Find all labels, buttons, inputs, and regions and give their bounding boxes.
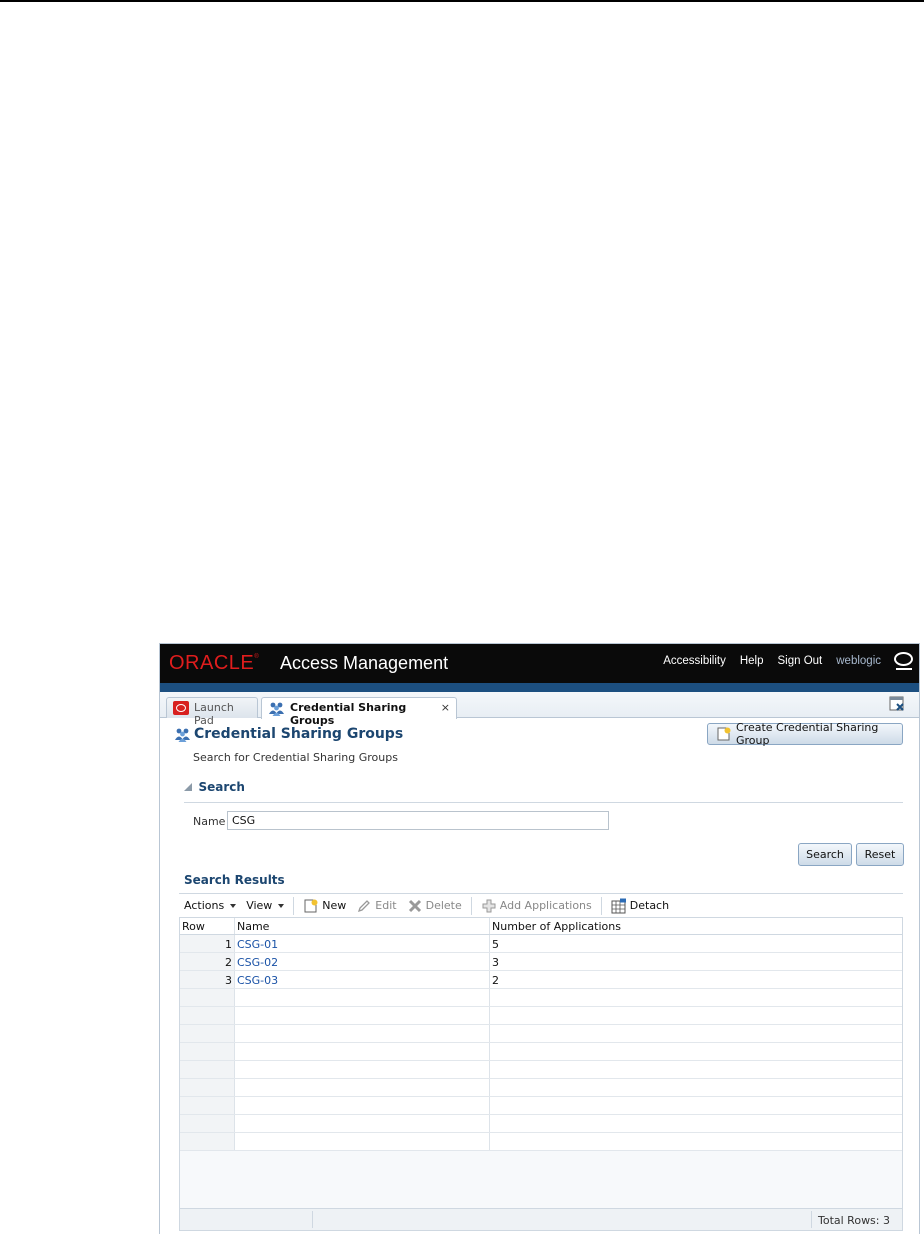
toolbar-divider	[470, 896, 472, 915]
tab-label: Credential Sharing Groups	[290, 701, 407, 727]
close-all-tabs-icon[interactable]	[889, 696, 905, 712]
actions-label: Actions	[184, 899, 225, 912]
delete-x-icon	[408, 899, 421, 912]
name-input[interactable]	[227, 811, 609, 830]
oracle-icon	[173, 701, 189, 715]
total-rows: Total Rows: 3	[818, 1214, 890, 1227]
table-row[interactable]: 2 CSG-02 3	[180, 953, 902, 971]
add-applications-label: Add Applications	[499, 899, 592, 912]
new-document-icon	[717, 727, 731, 741]
search-button[interactable]: Search	[798, 843, 852, 866]
toolbar-divider	[600, 896, 602, 915]
detach-label: Detach	[629, 899, 670, 912]
column-header-name[interactable]: Name	[235, 918, 490, 934]
name-label: Name	[193, 815, 226, 828]
row-number: 1	[180, 935, 235, 952]
application-count: 2	[492, 974, 499, 987]
top-rule	[0, 0, 924, 2]
chevron-down-icon	[230, 903, 237, 908]
group-name-link[interactable]: CSG-02	[235, 953, 490, 970]
tab-credential-sharing-groups[interactable]: Credential Sharing Groups ×	[261, 697, 457, 727]
new-document-icon	[304, 899, 318, 912]
view-label: View	[246, 899, 273, 912]
tab-bar: Launch Pad Credential Sharing Groups ×	[160, 692, 919, 727]
column-header-number-of-applications[interactable]: Number of Applications	[490, 918, 902, 934]
empty-row	[180, 1133, 902, 1151]
oracle-logo: ORACLE®	[169, 652, 260, 674]
empty-row	[180, 989, 902, 1007]
view-menu[interactable]: View	[241, 895, 289, 917]
empty-row	[180, 1115, 902, 1133]
pencil-icon	[358, 899, 371, 912]
people-group-icon	[269, 702, 284, 716]
close-tab-icon[interactable]: ×	[441, 701, 450, 714]
help-link[interactable]: Help	[740, 655, 764, 667]
chevron-down-icon	[278, 903, 285, 908]
add-applications-button[interactable]: Add Applications	[476, 895, 597, 917]
product-title: Access Management	[280, 653, 449, 673]
application-count: 5	[492, 938, 499, 951]
empty-row	[180, 1007, 902, 1025]
table-body: 1 CSG-01 5 2 CSG-02 3 3 CSG-03 2	[180, 935, 902, 1151]
empty-row	[180, 1079, 902, 1097]
app-window: ORACLE® Access Management Accessibility …	[159, 643, 920, 1234]
new-label: New	[322, 899, 347, 912]
edit-button[interactable]: Edit	[351, 895, 401, 917]
people-group-icon	[175, 728, 190, 742]
edit-label: Edit	[375, 899, 397, 912]
page-title: Credential Sharing Groups	[174, 726, 403, 742]
empty-row	[180, 1061, 902, 1079]
row-number: 2	[180, 953, 235, 970]
create-credential-sharing-group-button[interactable]: Create Credential Sharing Group	[707, 721, 903, 747]
detach-table-icon	[611, 898, 626, 913]
detach-button[interactable]: Detach	[606, 895, 674, 917]
oracle-o-icon	[894, 652, 913, 670]
new-button[interactable]: New	[298, 895, 351, 917]
search-section-title: Search	[198, 780, 245, 794]
results-toolbar: Actions View New Edit Delete Add Applica…	[179, 893, 903, 917]
accessibility-link[interactable]: Accessibility	[663, 655, 726, 667]
search-section-header[interactable]: Search	[184, 780, 903, 803]
application-count: 3	[492, 956, 499, 969]
results-table: Row Name Number of Applications 1 CSG-01…	[179, 917, 903, 1231]
app-header: ORACLE® Access Management Accessibility …	[160, 644, 919, 683]
tab-launch-pad[interactable]: Launch Pad	[166, 697, 258, 727]
column-header-row[interactable]: Row	[180, 918, 235, 934]
group-name-link[interactable]: CSG-03	[235, 971, 490, 988]
empty-row	[180, 1097, 902, 1115]
search-results-title: Search Results	[184, 873, 285, 887]
header-links: Accessibility Help Sign Out weblogic	[663, 655, 881, 667]
table-row[interactable]: 1 CSG-01 5	[180, 935, 902, 953]
delete-label: Delete	[425, 899, 462, 912]
page-title-text: Credential Sharing Groups	[194, 726, 404, 742]
actions-menu[interactable]: Actions	[179, 895, 241, 917]
group-name-link[interactable]: CSG-01	[235, 935, 490, 952]
reset-button[interactable]: Reset	[856, 843, 904, 866]
header-band	[160, 683, 919, 692]
empty-row	[180, 1025, 902, 1043]
create-button-label: Create Credential Sharing Group	[736, 721, 879, 747]
delete-button[interactable]: Delete	[402, 895, 467, 917]
add-plus-icon	[482, 899, 496, 912]
page-subtitle: Search for Credential Sharing Groups	[193, 751, 398, 764]
tab-label: Launch Pad	[194, 701, 234, 727]
toolbar-divider	[293, 896, 295, 915]
sign-out-link[interactable]: Sign Out	[778, 655, 823, 667]
table-header: Row Name Number of Applications	[180, 918, 902, 935]
footer-divider	[811, 1211, 812, 1228]
table-row[interactable]: 3 CSG-03 2	[180, 971, 902, 989]
table-footer: Total Rows: 3	[180, 1208, 902, 1230]
user-name[interactable]: weblogic	[836, 655, 881, 667]
row-number: 3	[180, 971, 235, 988]
footer-divider	[312, 1211, 313, 1228]
collapse-triangle-icon[interactable]	[184, 783, 192, 791]
empty-row	[180, 1043, 902, 1061]
